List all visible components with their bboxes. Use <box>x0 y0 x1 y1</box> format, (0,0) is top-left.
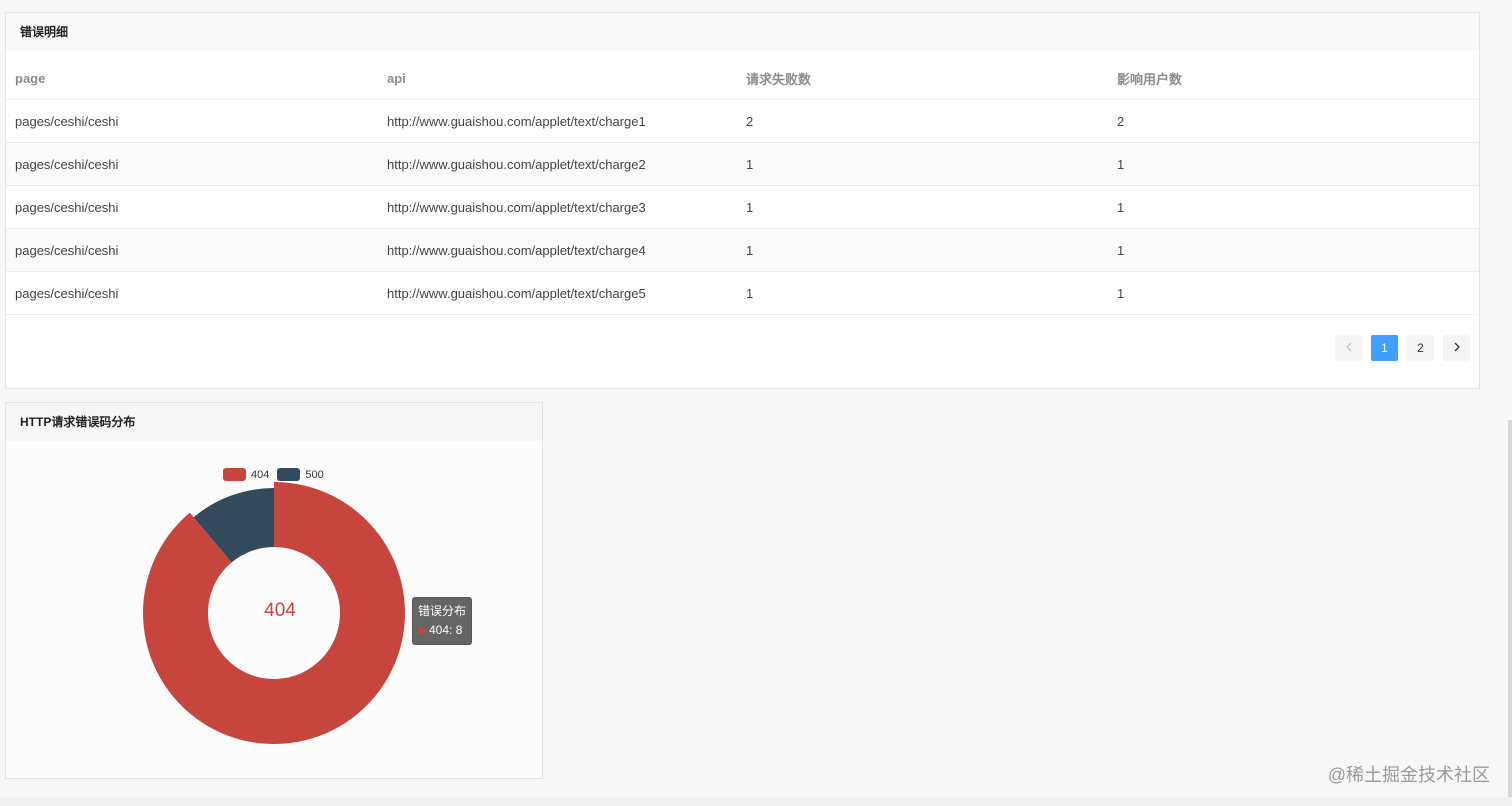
donut-chart <box>142 482 406 744</box>
cell-affected-users: 1 <box>1108 228 1479 272</box>
cell-failed-requests: 1 <box>737 185 1108 229</box>
error-detail-title: 错误明细 <box>6 13 1479 51</box>
donut-center-label: 404 <box>264 600 296 621</box>
page-button-2[interactable]: 2 <box>1407 335 1434 361</box>
prev-page-button[interactable] <box>1335 335 1362 361</box>
table-row[interactable]: pages/ceshi/ceshi http://www.guaishou.co… <box>6 185 1479 229</box>
tooltip-dot <box>418 627 425 635</box>
chart-tooltip: 错误分布 404: 8 <box>412 597 473 645</box>
cell-affected-users: 1 <box>1108 271 1479 315</box>
error-detail-table: page api 请求失败数 影响用户数 pages/ceshi/ceshi h… <box>6 57 1479 315</box>
cell-api: http://www.guaishou.com/applet/text/char… <box>378 271 737 315</box>
cell-failed-requests: 1 <box>737 142 1108 186</box>
tooltip-title: 错误分布 <box>418 604 467 618</box>
watermark: @稀土掘金技术社区 <box>1327 765 1490 785</box>
table-row[interactable]: pages/ceshi/ceshi http://www.guaishou.co… <box>6 228 1479 272</box>
cell-api: http://www.guaishou.com/applet/text/char… <box>378 228 737 272</box>
error-detail-card: 错误明细 page api 请求失败数 影响用户数 pages/ceshi/ce… <box>5 12 1480 389</box>
chevron-right-icon <box>1453 341 1461 355</box>
cell-page: pages/ceshi/ceshi <box>6 99 378 143</box>
column-header-failed-requests[interactable]: 请求失败数 <box>737 57 1108 100</box>
cell-failed-requests: 2 <box>737 99 1108 143</box>
table-header-row: page api 请求失败数 影响用户数 <box>6 57 1479 100</box>
column-header-api[interactable]: api <box>378 57 737 100</box>
cell-affected-users: 1 <box>1108 185 1479 229</box>
http-error-chart-card: HTTP请求错误码分布 404 500 404 错误分布 404: 8 <box>5 402 543 779</box>
table-row[interactable]: pages/ceshi/ceshi http://www.guaishou.co… <box>6 271 1479 315</box>
page-button-1[interactable]: 1 <box>1371 335 1398 361</box>
chevron-left-icon <box>1345 341 1353 355</box>
tooltip-text: 404: 8 <box>429 623 463 637</box>
scrollbar-thumb[interactable] <box>1508 420 1512 806</box>
cell-api: http://www.guaishou.com/applet/text/char… <box>378 185 737 229</box>
cell-page: pages/ceshi/ceshi <box>6 228 378 272</box>
cell-page: pages/ceshi/ceshi <box>6 271 378 315</box>
next-page-button[interactable] <box>1443 335 1470 361</box>
cell-failed-requests: 1 <box>737 228 1108 272</box>
cell-page: pages/ceshi/ceshi <box>6 142 378 186</box>
column-header-page[interactable]: page <box>6 57 378 100</box>
column-header-affected-users[interactable]: 影响用户数 <box>1108 57 1479 100</box>
table-row[interactable]: pages/ceshi/ceshi http://www.guaishou.co… <box>6 142 1479 186</box>
cell-api: http://www.guaishou.com/applet/text/char… <box>378 142 737 186</box>
cell-failed-requests: 1 <box>737 271 1108 315</box>
cell-page: pages/ceshi/ceshi <box>6 185 378 229</box>
cell-affected-users: 2 <box>1108 99 1479 143</box>
cell-api: http://www.guaishou.com/applet/text/char… <box>378 99 737 143</box>
bottom-scroll-track[interactable] <box>0 797 1512 806</box>
tooltip-row: 404: 8 <box>418 621 466 640</box>
table-row[interactable]: pages/ceshi/ceshi http://www.guaishou.co… <box>6 99 1479 143</box>
cell-affected-users: 1 <box>1108 142 1479 186</box>
pagination: 1 2 <box>1335 335 1470 361</box>
